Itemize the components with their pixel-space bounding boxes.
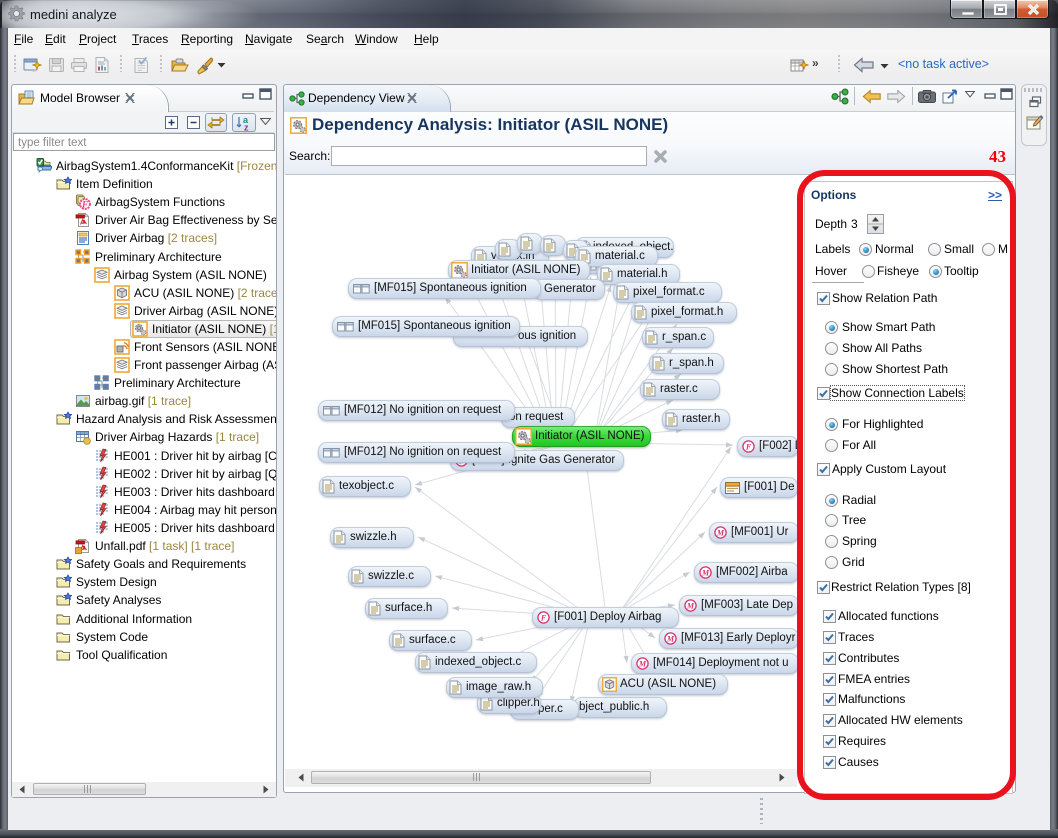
svg-text:M: M (638, 660, 647, 669)
svg-text:M: M (686, 602, 695, 611)
svg-text:M: M (666, 635, 675, 644)
svg-text:z: z (244, 123, 249, 132)
svg-text:M: M (701, 569, 710, 578)
svg-text:M: M (716, 529, 725, 538)
svg-text:F: F (81, 199, 88, 209)
svg-text:F: F (745, 443, 752, 452)
svg-text:F: F (540, 614, 547, 623)
